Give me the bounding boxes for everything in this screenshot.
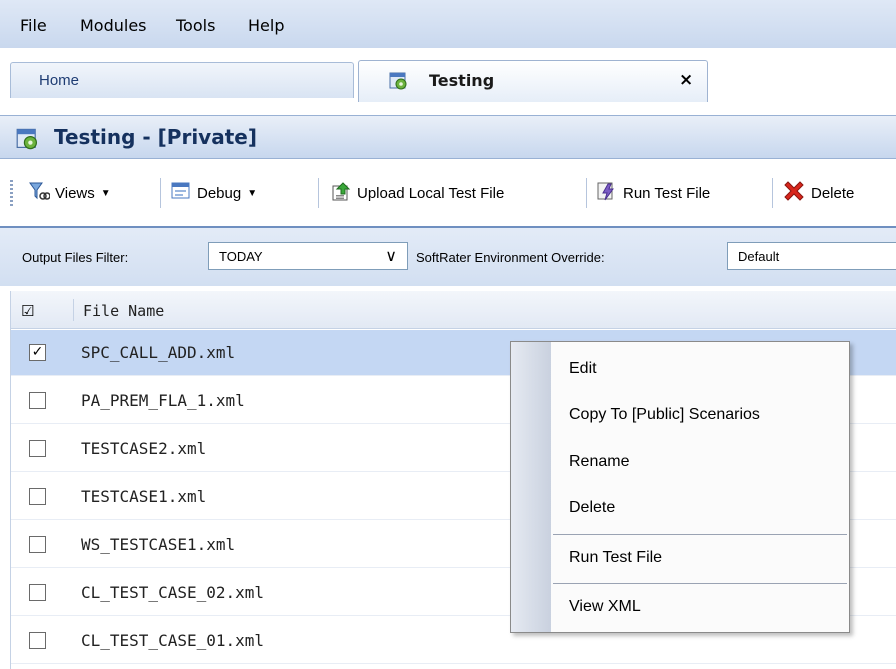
toolbar-divider — [318, 178, 319, 208]
file-name-cell: CL_TEST_CASE_02.xml — [81, 583, 265, 602]
file-name-cell: TESTCASE1.xml — [81, 487, 207, 506]
menu-modules[interactable]: Modules — [80, 16, 147, 35]
context-menu-delete[interactable]: Delete — [569, 499, 615, 517]
views-label: Views — [55, 184, 95, 202]
delete-label: Delete — [811, 184, 855, 202]
views-button[interactable]: Views ▼ — [28, 179, 111, 207]
menu-bar: File Modules Tools Help — [0, 0, 896, 48]
context-menu-run-test-file[interactable]: Run Test File — [569, 549, 662, 567]
column-divider — [73, 299, 74, 321]
chevron-down-icon: ▼ — [100, 187, 111, 199]
row-checkbox[interactable] — [29, 584, 46, 601]
views-funnel-icon — [28, 180, 51, 206]
menu-tools[interactable]: Tools — [176, 16, 215, 35]
chevron-down-icon: ▼ — [247, 187, 258, 199]
output-files-filter-label: Output Files Filter: — [22, 250, 129, 265]
row-checkbox[interactable]: ✓ — [29, 344, 46, 361]
tab-home-label: Home — [39, 72, 80, 89]
toolbar-divider — [586, 178, 587, 208]
debug-window-icon — [170, 180, 192, 206]
debug-label: Debug — [197, 184, 242, 202]
row-checkbox[interactable] — [29, 392, 46, 409]
run-test-icon — [596, 180, 618, 206]
row-checkbox[interactable] — [29, 440, 46, 457]
delete-button[interactable]: Delete — [782, 179, 854, 207]
context-menu: Edit Copy To [Public] Scenarios Rename D… — [510, 341, 850, 633]
testing-module-icon — [389, 71, 409, 95]
file-name-cell: CL_TEST_CASE_01.xml — [81, 631, 265, 650]
filter-bar: Output Files Filter: TODAY ∨ SoftRater E… — [0, 226, 896, 286]
testing-module-icon — [16, 127, 40, 155]
select-all-checkbox-icon[interactable]: ☑ — [21, 302, 34, 320]
debug-button[interactable]: Debug ▼ — [170, 179, 257, 207]
tab-testing-label: Testing — [429, 71, 495, 90]
file-name-column-header[interactable]: File Name — [83, 302, 164, 320]
upload-label: Upload Local Test File — [357, 184, 505, 202]
softrater-env-override-label: SoftRater Environment Override: — [416, 250, 605, 265]
toolbar-divider — [772, 178, 773, 208]
upload-icon — [330, 180, 352, 206]
context-menu-edit[interactable]: Edit — [569, 360, 597, 378]
menu-file[interactable]: File — [20, 16, 47, 35]
context-menu-view-xml[interactable]: View XML — [569, 598, 641, 616]
row-checkbox[interactable] — [29, 536, 46, 553]
close-icon[interactable]: × — [679, 70, 693, 90]
toolbar-grip[interactable] — [10, 180, 13, 206]
file-name-cell: SPC_CALL_ADD.xml — [81, 343, 236, 362]
toolbar-divider — [160, 178, 161, 208]
upload-local-test-file-button[interactable]: Upload Local Test File — [330, 179, 504, 207]
context-menu-divider — [553, 534, 847, 535]
softrater-env-override-select[interactable]: Default — [727, 242, 896, 270]
file-name-cell: WS_TESTCASE1.xml — [81, 535, 236, 554]
delete-x-icon — [782, 179, 806, 207]
output-files-filter-select[interactable]: TODAY ∨ — [208, 242, 408, 270]
context-menu-icon-rail — [511, 342, 551, 632]
file-name-cell: PA_PREM_FLA_1.xml — [81, 391, 245, 410]
tab-home[interactable]: Home — [10, 62, 354, 98]
tab-testing[interactable]: Testing × — [358, 60, 708, 102]
menu-help[interactable]: Help — [248, 16, 284, 35]
softrater-env-override-value: Default — [738, 249, 780, 264]
grid-header: ☑ File Name — [11, 291, 896, 329]
run-test-file-button[interactable]: Run Test File — [596, 179, 710, 207]
context-menu-rename[interactable]: Rename — [569, 453, 629, 471]
run-label: Run Test File — [623, 184, 711, 202]
row-checkbox[interactable] — [29, 632, 46, 649]
panel-title-bar: Testing - [Private] — [0, 115, 896, 159]
page-title: Testing - [Private] — [54, 125, 257, 149]
output-files-filter-value: TODAY — [219, 249, 263, 264]
file-name-cell: TESTCASE2.xml — [81, 439, 207, 458]
context-menu-copy-to-public[interactable]: Copy To [Public] Scenarios — [569, 406, 760, 424]
row-checkbox[interactable] — [29, 488, 46, 505]
chevron-down-icon: ∨ — [385, 246, 397, 265]
context-menu-divider — [553, 583, 847, 584]
